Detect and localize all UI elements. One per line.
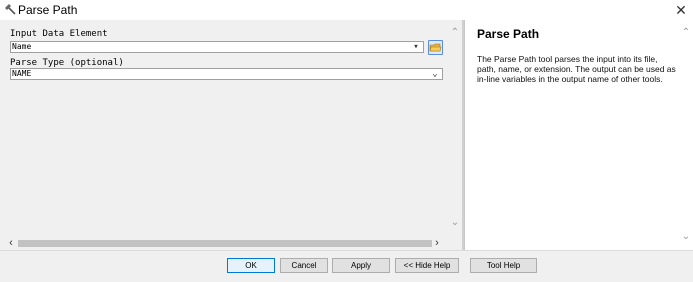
input-data-element-label: Input Data Element: [10, 29, 108, 39]
button-bar: OK Cancel Apply << Hide Help Tool Help: [0, 250, 693, 282]
help-title: Parse Path: [477, 27, 540, 41]
scroll-down-icon[interactable]: ⌄: [449, 218, 461, 228]
apply-button[interactable]: Apply: [332, 258, 390, 273]
title-bar: Parse Path ✕: [0, 0, 693, 20]
parse-type-value: NAME: [12, 69, 32, 78]
window-title: Parse Path: [18, 3, 78, 17]
parameters-pane: Input Data Element Name ▾ Parse Type (op…: [0, 20, 462, 250]
hide-help-button[interactable]: << Hide Help: [395, 258, 459, 273]
close-icon: ✕: [675, 2, 687, 18]
hammer-icon: [5, 4, 16, 15]
scroll-left-icon[interactable]: ‹: [6, 238, 16, 249]
cancel-button[interactable]: Cancel: [280, 258, 328, 273]
help-text: The Parse Path tool parses the input int…: [477, 54, 676, 84]
chevron-down-icon[interactable]: ⌄: [430, 69, 440, 79]
help-scroll-up-icon[interactable]: ⌃: [681, 28, 691, 38]
horizontal-scrollbar[interactable]: ‹ ›: [6, 238, 442, 249]
scroll-right-icon[interactable]: ›: [432, 238, 442, 249]
ok-button[interactable]: OK: [227, 258, 275, 273]
help-pane: Parse Path The Parse Path tool parses th…: [464, 20, 693, 250]
browse-button[interactable]: [428, 40, 443, 55]
input-data-element-value: Name: [12, 42, 32, 51]
help-scroll-down-icon[interactable]: ⌄: [681, 232, 691, 242]
close-button[interactable]: ✕: [673, 1, 689, 19]
tool-help-button[interactable]: Tool Help: [470, 258, 537, 273]
scroll-up-icon[interactable]: ⌃: [449, 28, 461, 38]
folder-icon: [429, 43, 442, 52]
dropdown-arrow-icon[interactable]: ▾: [411, 42, 421, 52]
input-data-element-field[interactable]: Name ▾: [10, 41, 424, 53]
parse-type-select[interactable]: NAME ⌄: [10, 68, 443, 80]
scrollbar-thumb[interactable]: [18, 240, 432, 247]
